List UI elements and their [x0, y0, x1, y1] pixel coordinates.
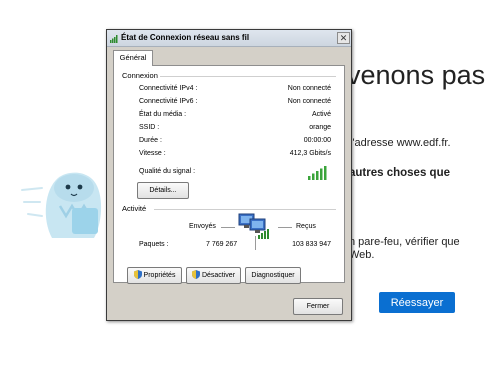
uac-shield-icon	[133, 270, 142, 279]
signal-strength-icon	[308, 166, 327, 180]
media-state-value: Activé	[311, 111, 331, 118]
packets-separator	[255, 236, 256, 250]
diagnose-button[interactable]: Diagnostiquer	[245, 267, 301, 284]
received-line	[278, 227, 292, 228]
dialog-title: État de Connexion réseau sans fil	[121, 33, 250, 42]
wifi-signal-icon	[110, 35, 118, 43]
ssid-value: orange	[309, 124, 331, 131]
wifi-status-dialog: État de Connexion réseau sans fil ✕ Géné…	[106, 29, 352, 321]
disable-label: Désactiver	[201, 272, 236, 279]
dialog-titlebar[interactable]: État de Connexion réseau sans fil ✕	[107, 30, 351, 47]
properties-label: Propriétés	[143, 272, 176, 279]
error-web-line: Web.	[349, 249, 375, 261]
properties-button[interactable]: Propriétés	[127, 267, 182, 284]
ipv6-label: Connectivité IPv6 :	[139, 98, 198, 105]
error-heading: venons pas	[347, 60, 486, 90]
ipv6-value: Non connecté	[287, 98, 331, 105]
received-label: Reçus	[296, 223, 316, 230]
general-tab-panel: Connexion Connectivité IPv4 : Non connec…	[113, 65, 345, 284]
media-state-label: État du média :	[139, 111, 187, 118]
error-address-line: l'adresse www.edf.fr.	[350, 137, 451, 149]
uac-shield-icon	[191, 270, 200, 279]
signal-quality-label: Qualité du signal :	[139, 168, 196, 175]
title-close-button[interactable]: ✕	[337, 32, 350, 44]
speed-label: Vitesse :	[139, 150, 166, 157]
connection-group-title: Connexion	[122, 71, 161, 80]
ssid-label: SSID :	[139, 124, 160, 131]
details-button[interactable]: Détails...	[137, 182, 189, 199]
ipv4-label: Connectivité IPv4 :	[139, 85, 198, 92]
retry-button[interactable]: Réessayer	[379, 292, 455, 313]
disable-button[interactable]: Désactiver	[186, 267, 241, 284]
packets-label: Paquets :	[139, 241, 169, 248]
activity-group-title: Activité	[122, 204, 150, 213]
packets-received-value: 103 833 947	[292, 241, 331, 248]
error-firewall-line: n pare-feu, vérifier que	[349, 236, 460, 248]
speed-value: 412,3 Gbits/s	[289, 150, 331, 157]
tab-general[interactable]: Général	[113, 50, 153, 66]
error-bold-line: autres choses que	[349, 167, 450, 179]
dinosaur-illustration	[21, 172, 102, 238]
ipv4-value: Non connecté	[287, 85, 331, 92]
packets-sent-value: 7 769 267	[206, 241, 238, 248]
duration-label: Durée :	[139, 137, 162, 144]
connection-divider	[160, 76, 336, 77]
sent-line	[221, 227, 235, 228]
network-activity-icon	[238, 213, 269, 239]
duration-value: 00:00:00	[303, 137, 331, 144]
sent-label: Envoyés	[189, 223, 216, 230]
close-button[interactable]: Fermer	[293, 298, 343, 315]
